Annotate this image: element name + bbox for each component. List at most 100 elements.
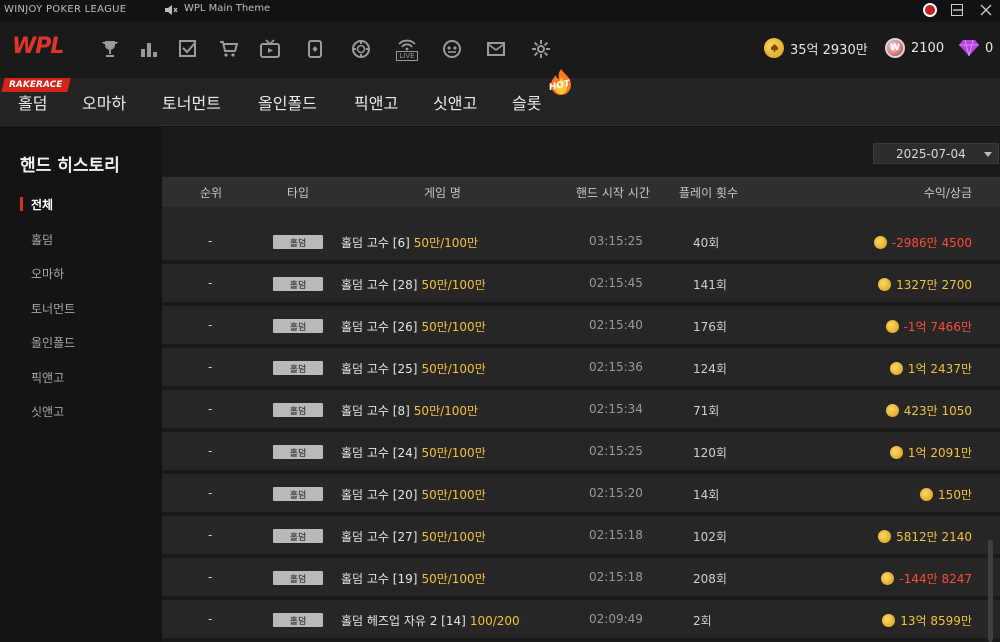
live-icon[interactable]: LIVE (394, 36, 420, 62)
game-name: 홀덤 고수 [8] 50만/100만 (341, 402, 478, 419)
table-row[interactable]: - 홀덤 홀덤 고수 [20] 50만/100만 02:15:20 14회 150만 (162, 474, 1000, 512)
table-row[interactable]: - 홀덤 홀덤 고수 [24] 50만/100만 02:15:25 120회 1억 2091… (162, 432, 1000, 470)
game-title: 홀덤 고수 [25] (341, 362, 418, 376)
game-stake: 100/200 (469, 614, 520, 628)
sidebar-item-tournament[interactable]: 토너먼트 (31, 300, 75, 317)
date-select[interactable]: 2025-07-04 (873, 143, 999, 164)
play-count: 102회 (693, 530, 727, 544)
speaker-mute-icon[interactable] (163, 2, 179, 18)
mission-icon[interactable] (175, 36, 201, 62)
profit-amount: 1327만 2700 (878, 276, 972, 293)
game-title: 홀덤 고수 [26] (341, 320, 418, 334)
title-bar: WINJOY POKER LEAGUE WPL Main Theme (0, 0, 1000, 22)
tab-allin-fold[interactable]: 올인폴드 (258, 90, 317, 114)
game-stake: 50만/100만 (421, 572, 486, 586)
scrollbar-thumb[interactable] (988, 540, 993, 642)
profit-value: 1억 2091만 (907, 446, 972, 460)
profit-value: 13억 8599만 (900, 614, 972, 628)
game-stake: 50만/100만 (421, 278, 486, 292)
sidebar-item-holdem[interactable]: 홀덤 (31, 231, 53, 248)
game-stake: 50만/100만 (413, 404, 479, 418)
table-row[interactable]: - 홀덤 홀덤 고수 [6] 50만/100만 03:15:25 40회 -2986만 45… (162, 222, 1000, 260)
play-count: 71회 (693, 404, 720, 418)
hand-start-time: 02:15:18 (589, 528, 643, 542)
game-name: 홀덤 고수 [27] 50만/100만 (341, 528, 486, 545)
gem-balance: 0 (959, 36, 993, 60)
type-badge: 홀덤 (273, 445, 323, 459)
game-name: 홀덤 고수 [25] 50만/100만 (341, 360, 486, 377)
sidebar-item-all[interactable]: 전체 (31, 196, 53, 213)
ranking-icon[interactable] (136, 36, 162, 62)
play-count: 120회 (693, 446, 727, 460)
table-row[interactable]: - 홀덤 홀덤 고수 [28] 50만/100만 02:15:45 141회 1327만 2… (162, 264, 1000, 302)
profit-amount: 423만 1050 (885, 402, 972, 419)
table-row[interactable]: - 홀덤 홀덤 고수 [25] 50만/100만 02:15:36 124회 1억 2437… (162, 348, 1000, 386)
game-stake: 50만/100만 (421, 488, 486, 502)
game-title: 홀덤 고수 [19] (341, 572, 418, 586)
row-rank: - (208, 234, 213, 248)
play-count: 2회 (693, 614, 712, 628)
profit-amount: 150만 (920, 486, 972, 503)
table-row[interactable]: - 홀덤 홀덤 고수 [27] 50만/100만 02:15:18 102회 5812만 2… (162, 516, 1000, 554)
type-badge: 홀덤 (273, 403, 323, 417)
row-rank: - (208, 486, 213, 500)
hand-start-time: 02:15:25 (589, 444, 643, 458)
tab-omaha[interactable]: 오마하 (82, 90, 126, 114)
points-balance: W 2100 (885, 36, 944, 60)
profit-value: -1억 7466만 (903, 320, 972, 334)
column-profit: 수익/상금 (923, 186, 972, 200)
tab-holdem[interactable]: 홀덤 (18, 90, 47, 114)
hand-start-time: 02:15:18 (589, 570, 643, 584)
row-rank: - (208, 318, 213, 332)
gold-coin-icon (920, 488, 934, 501)
tab-sit-and-go[interactable]: 싯앤고 (433, 90, 477, 114)
chip-icon[interactable] (348, 36, 374, 62)
table-row[interactable]: - 홀덤 홀덤 헤즈업 자유 2 [14] 100/200 02:09:49 2회 13억 … (162, 600, 1000, 638)
sidebar-item-pick-and-go[interactable]: 픽앤고 (31, 369, 64, 386)
table-row[interactable]: - 홀덤 홀덤 고수 [26] 50만/100만 02:15:40 176회 -1억 746… (162, 306, 1000, 344)
trophy-icon[interactable] (97, 36, 123, 62)
tab-slot[interactable]: 슬롯 (512, 90, 541, 114)
hand-start-time: 02:09:49 (589, 612, 643, 626)
table-row[interactable]: - 홀덤 홀덤 고수 [8] 50만/100만 02:15:34 71회 423만 1050 (162, 390, 1000, 428)
tv-icon[interactable] (257, 36, 283, 62)
gold-coin-icon (885, 404, 899, 417)
profit-amount: 13억 8599만 (882, 612, 972, 629)
settings-icon[interactable] (528, 36, 554, 62)
active-indicator (20, 197, 23, 211)
gold-coin-icon (881, 572, 895, 585)
sidebar-item-allin-fold[interactable]: 올인폴드 (31, 334, 75, 351)
game-title: 홀덤 고수 [6] (341, 236, 410, 250)
gold-balance: 35억 2930만 (764, 36, 868, 60)
gold-coin-icon (885, 320, 899, 333)
gold-coin-icon (889, 446, 903, 459)
gold-coin-icon (764, 38, 784, 58)
game-name: 홀덤 고수 [19] 50만/100만 (341, 570, 486, 587)
tab-tournament[interactable]: 토너먼트 (162, 90, 221, 114)
chevron-down-icon (984, 152, 992, 157)
gold-amount: 35억 2930만 (790, 42, 868, 58)
profit-amount: 1억 2091만 (889, 444, 972, 461)
mail-icon[interactable] (483, 36, 509, 62)
window-maximize-button[interactable] (951, 4, 963, 16)
row-rank: - (208, 570, 213, 584)
profit-value: -144만 8247 (899, 572, 972, 586)
shop-icon[interactable] (216, 36, 242, 62)
column-type: 타입 (287, 186, 310, 200)
game-name: 홀덤 헤즈업 자유 2 [14] 100/200 (341, 612, 520, 629)
game-name: 홀덤 고수 [24] 50만/100만 (341, 444, 486, 461)
app-title: WINJOY POKER LEAGUE (4, 4, 127, 15)
window-close-button[interactable] (978, 2, 994, 18)
profit-value: 5812만 2140 (896, 530, 972, 544)
tab-pick-and-go[interactable]: 픽앤고 (354, 90, 398, 114)
sidebar-item-sit-and-go[interactable]: 싯앤고 (31, 403, 64, 420)
cards-icon[interactable] (302, 36, 328, 62)
face-icon[interactable] (439, 36, 465, 62)
now-playing-label: WPL Main Theme (184, 3, 271, 14)
game-stake: 50만/100만 (421, 362, 486, 376)
table-row[interactable]: - 홀덤 홀덤 고수 [19] 50만/100만 02:15:18 208회 -144만 8… (162, 558, 1000, 596)
wpl-logo[interactable]: WPL (12, 34, 64, 59)
sidebar-item-omaha[interactable]: 오마하 (31, 265, 64, 282)
hand-start-time: 03:15:25 (589, 234, 643, 248)
game-stake: 50만/100만 (421, 530, 486, 544)
